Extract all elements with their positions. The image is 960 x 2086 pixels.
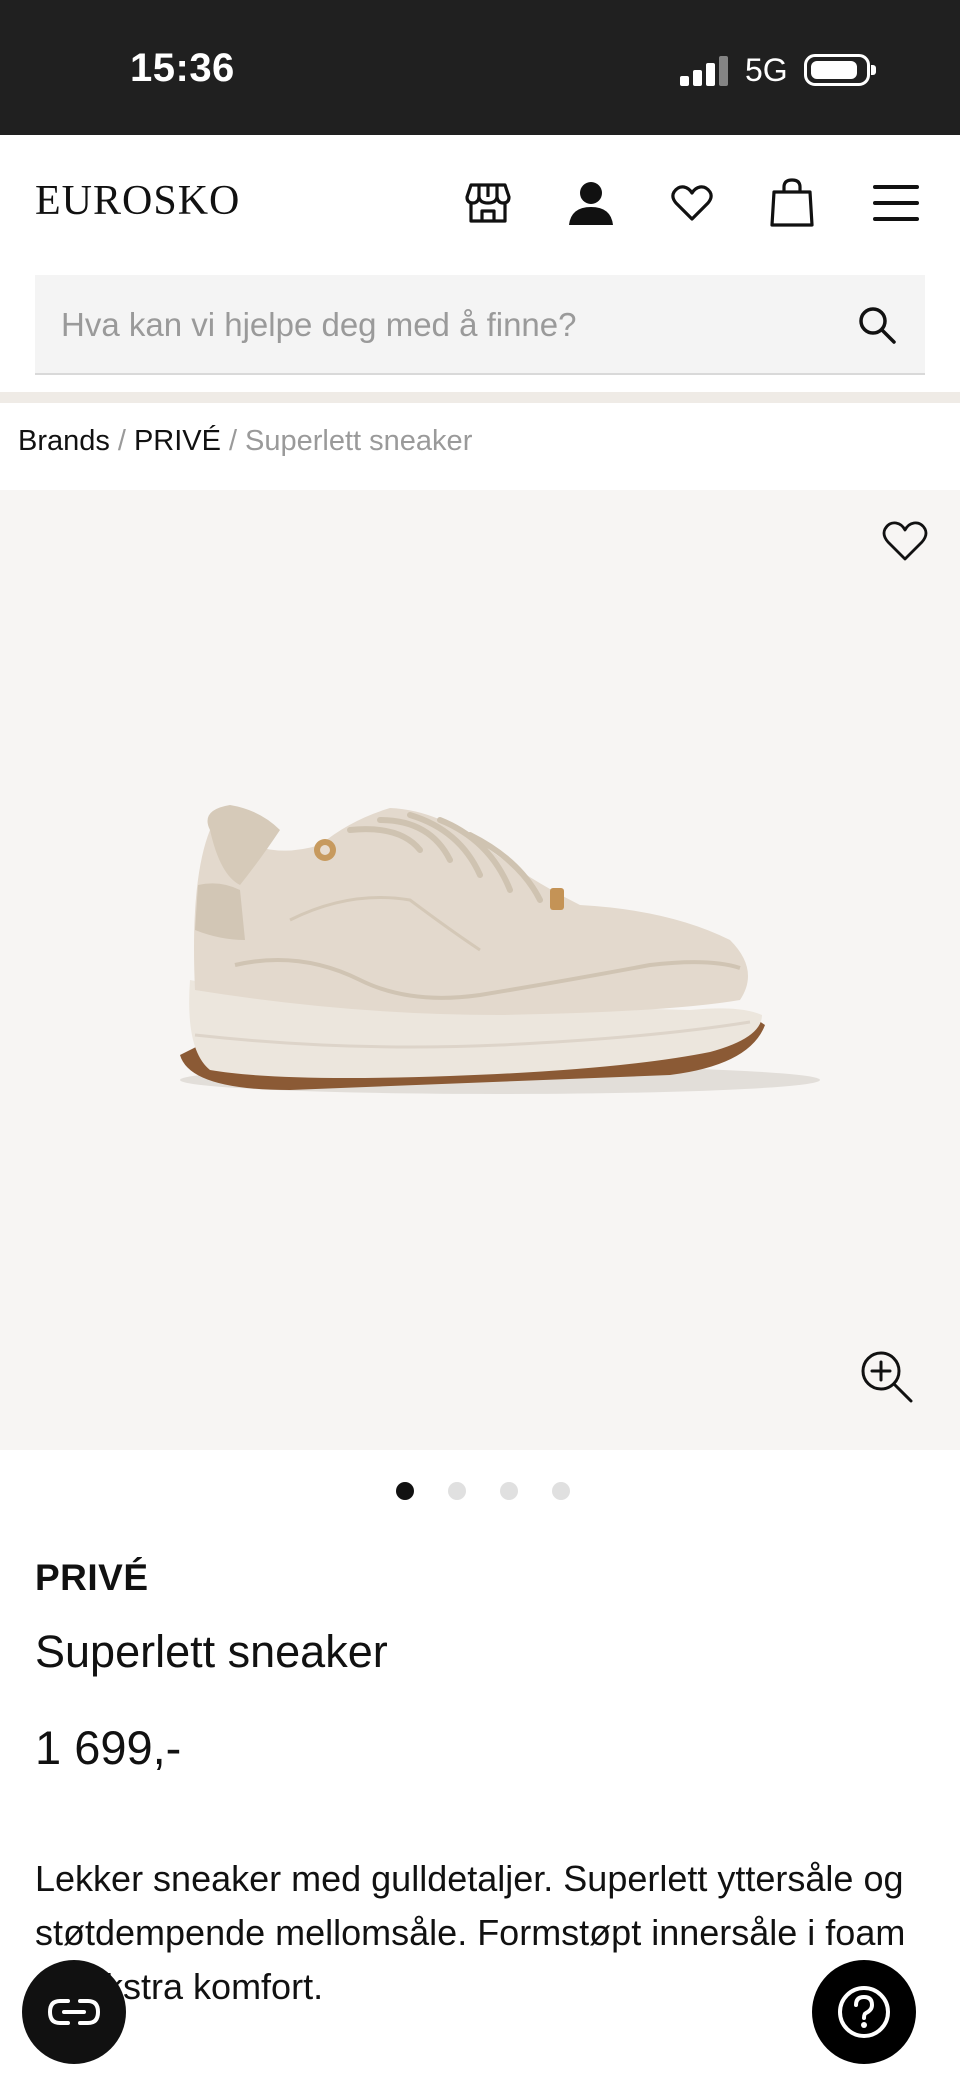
product-description: Lekker sneaker med gulldetaljer. Superle… xyxy=(35,1858,906,2007)
accessibility-toggle-button[interactable] xyxy=(22,1960,126,2064)
menu-icon[interactable] xyxy=(868,175,924,231)
site-header: EUROSKO xyxy=(0,135,960,270)
question-icon xyxy=(838,1986,890,2038)
user-icon[interactable] xyxy=(563,175,619,231)
status-bar: 15:36 5G xyxy=(0,0,960,135)
carousel-dot[interactable] xyxy=(396,1482,414,1500)
product-brand[interactable]: PRIVÉ xyxy=(35,1557,149,1599)
breadcrumb-link-brands[interactable]: Brands xyxy=(18,425,110,458)
carousel-dot[interactable] xyxy=(448,1482,466,1500)
breadcrumb: Brands / PRIVÉ / Superlett sneaker xyxy=(18,420,472,462)
eurosko-logo[interactable]: EUROSKO xyxy=(35,177,240,225)
link-toggle-icon xyxy=(47,1999,101,2025)
wishlist-heart-icon[interactable] xyxy=(882,520,930,568)
status-time: 15:36 xyxy=(130,46,235,90)
signal-icon xyxy=(680,56,730,86)
help-button[interactable] xyxy=(812,1960,916,2064)
image-carousel-dots xyxy=(0,1482,960,1504)
sneaker-image xyxy=(180,805,820,1094)
search-input[interactable] xyxy=(61,275,841,375)
carousel-dot[interactable] xyxy=(500,1482,518,1500)
zoom-in-icon[interactable] xyxy=(859,1349,915,1405)
breadcrumb-separator: / xyxy=(117,424,126,457)
heart-icon[interactable] xyxy=(664,175,720,231)
store-icon[interactable] xyxy=(460,175,516,231)
breadcrumb-link-brand[interactable]: PRIVÉ xyxy=(134,425,221,458)
breadcrumb-current: Superlett sneaker xyxy=(245,424,473,457)
bag-icon[interactable] xyxy=(764,175,820,231)
search-icon[interactable] xyxy=(857,305,897,345)
battery-icon xyxy=(804,54,876,86)
product-name: Superlett sneaker xyxy=(35,1626,388,1677)
carousel-dot[interactable] xyxy=(552,1482,570,1500)
product-price: 1 699,- xyxy=(35,1721,182,1774)
product-image-gallery[interactable] xyxy=(0,490,960,1450)
breadcrumb-separator: / xyxy=(228,424,238,457)
search-bar xyxy=(35,275,925,375)
network-label: 5G xyxy=(745,52,788,88)
section-divider xyxy=(0,392,960,403)
